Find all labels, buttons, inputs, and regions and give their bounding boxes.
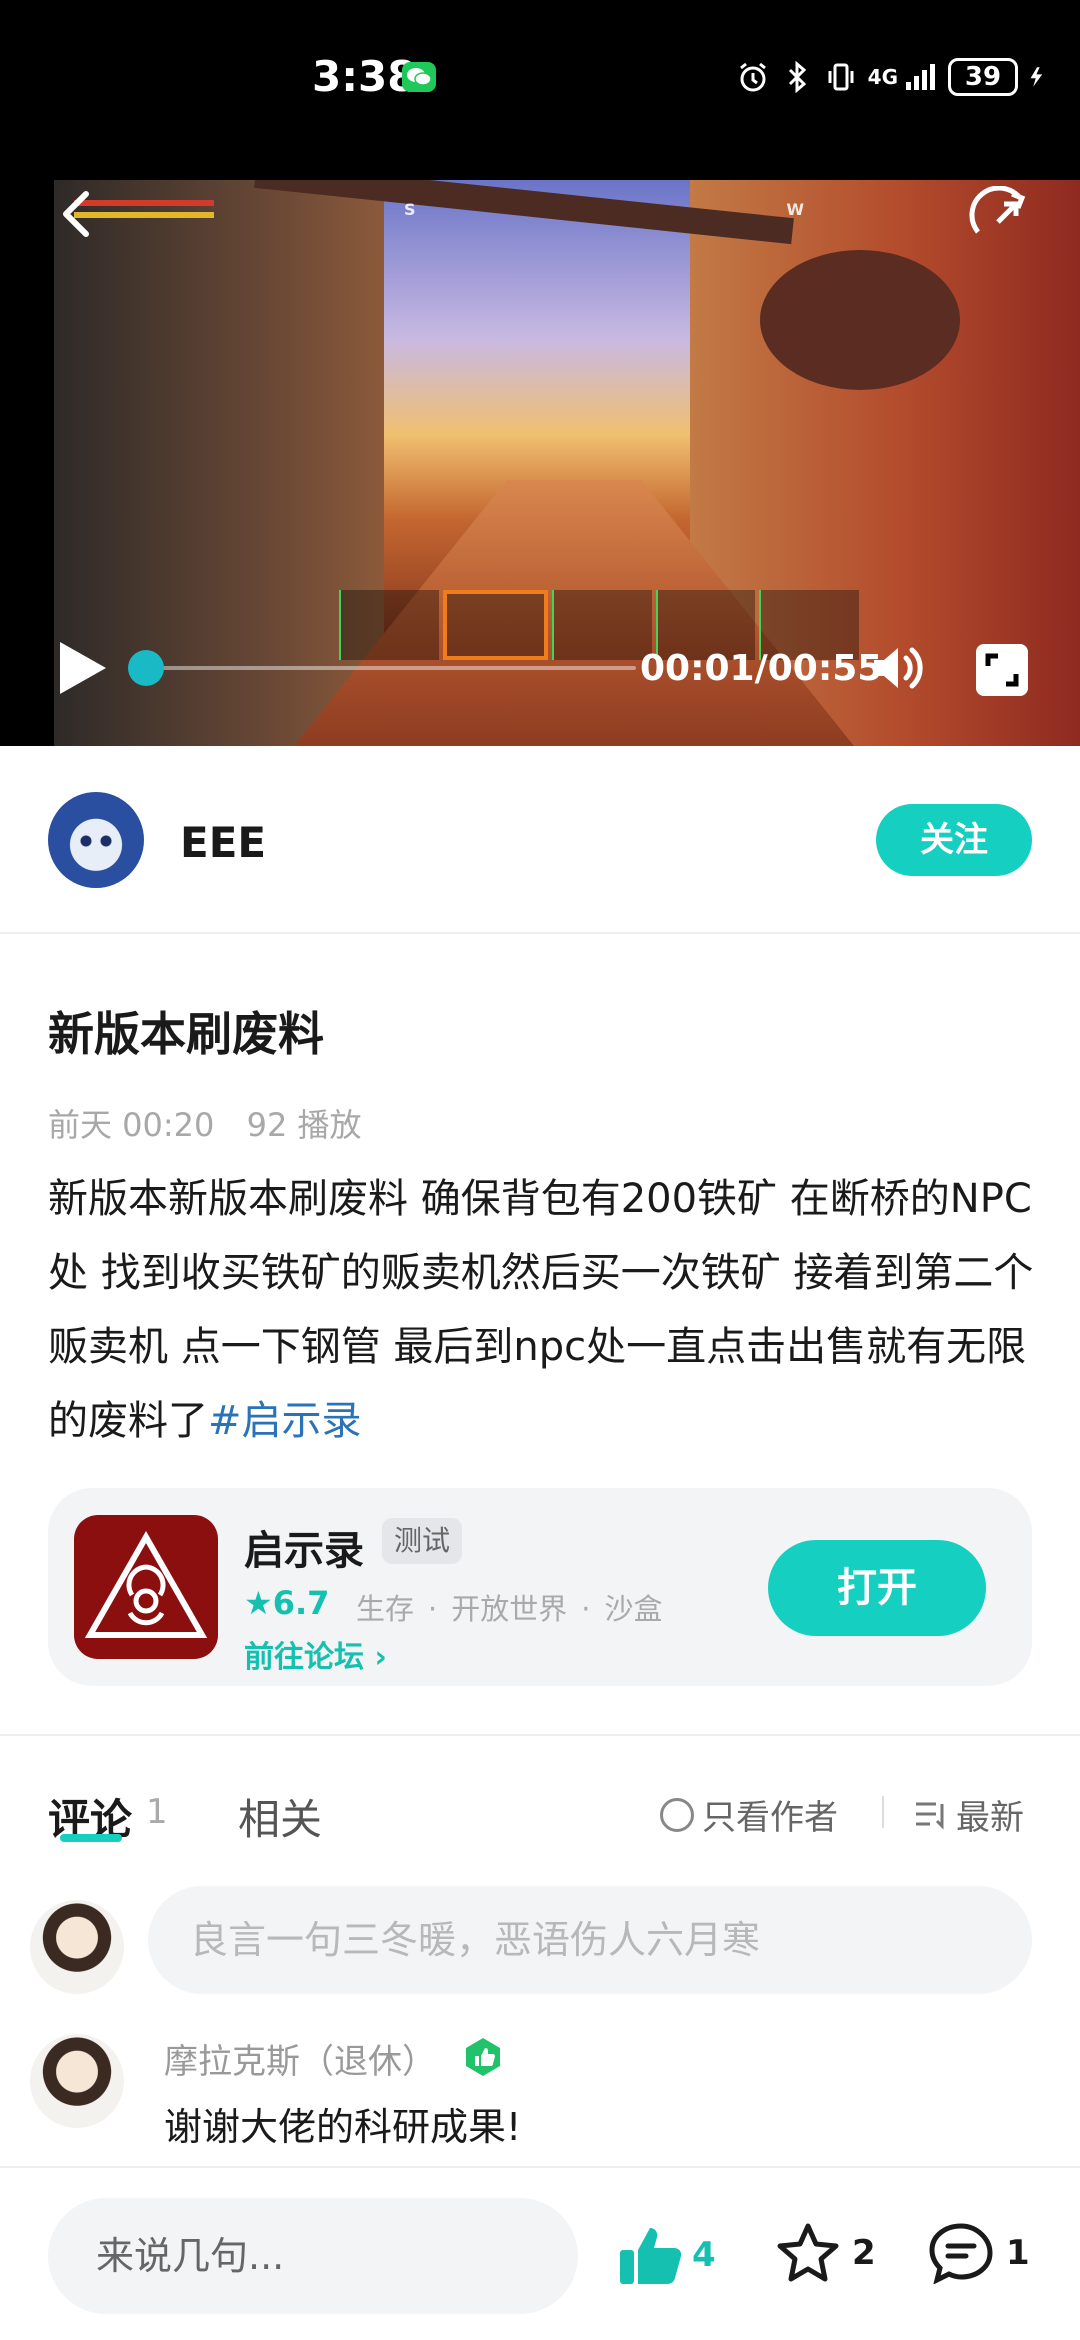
vibrate-icon <box>828 63 854 91</box>
video-progress-knob[interactable] <box>128 650 164 686</box>
thumbs-up-icon <box>620 2228 682 2284</box>
follow-button[interactable]: 关注 <box>876 804 1032 876</box>
video-progress-track[interactable] <box>146 666 636 670</box>
wechat-icon <box>402 62 436 92</box>
post-body: 新版本新版本刷废料 确保背包有200铁矿 在断桥的NPC处 找到收买铁矿的贩卖机… <box>48 1162 1038 1458</box>
biohazard-icon <box>74 1515 218 1659</box>
sort-newest[interactable]: 最新 <box>914 1790 1024 1839</box>
volume-icon[interactable] <box>870 640 928 696</box>
sort-label: 最新 <box>956 1798 1024 1838</box>
signal-icon <box>906 64 935 90</box>
tab-active-indicator <box>60 1834 122 1842</box>
charging-icon <box>1030 67 1043 87</box>
commenter-avatar[interactable] <box>30 2034 124 2128</box>
radio-icon[interactable] <box>660 1797 694 1832</box>
alarm-icon <box>739 62 766 92</box>
favorite-count: 2 <box>852 2233 876 2273</box>
game-card[interactable]: 启示录 测试 ★6.7 生存开放世界沙盒 前往论坛 › 打开 <box>48 1488 1032 1686</box>
author-row: EEE 关注 <box>0 746 1080 934</box>
bottom-bar: 来说几句... 4 2 1 <box>0 2166 1080 2340</box>
game-name: 启示录 <box>244 1528 364 1574</box>
game-tag: 生存 <box>356 1592 415 1626</box>
bluetooth-icon <box>788 60 806 94</box>
post-meta: 前天 00:20 92 播放 <box>48 1100 361 1146</box>
play-icon[interactable] <box>54 638 110 698</box>
status-bar: 3:38 4G 39 <box>0 0 1080 180</box>
game-rating: ★6.7 <box>244 1584 330 1622</box>
filter-author-only[interactable]: 只看作者 <box>660 1790 838 1839</box>
avatar[interactable] <box>48 792 144 888</box>
thumbs-up-badge-icon <box>466 2038 500 2076</box>
game-tag: 沙盒 <box>567 1592 662 1626</box>
comment-count-bottom: 1 <box>1006 2233 1030 2273</box>
comment-button[interactable]: 1 <box>928 2222 1030 2284</box>
video-time: 00:01/00:55 <box>640 648 883 689</box>
game-tags: 生存开放世界沙盒 <box>356 1586 662 1628</box>
comment-count: 1 <box>146 1792 168 1832</box>
like-count: 4 <box>692 2235 716 2275</box>
commenter-name[interactable]: 摩拉克斯（退休） <box>164 2034 436 2083</box>
comment-input[interactable] <box>148 1886 1032 1994</box>
comment-text: 谢谢大佬的科研成果! <box>164 2105 522 2149</box>
network-type: 4G <box>867 65 898 89</box>
game-badge: 测试 <box>382 1518 463 1564</box>
fullscreen-icon[interactable] <box>974 642 1030 698</box>
filter-divider <box>882 1796 884 1828</box>
battery-icon: 39 <box>948 58 1018 96</box>
post-date: 前天 00:20 <box>48 1106 215 1144</box>
status-time: 3:38 <box>312 52 417 101</box>
hashtag-link[interactable]: #启示录 <box>208 1398 362 1444</box>
comment-bubble-icon <box>929 2223 993 2284</box>
post-body-text: 新版本新版本刷废料 确保背包有200铁矿 在断桥的NPC处 找到收买铁矿的贩卖机… <box>48 1176 1034 1444</box>
rotate-screen-icon[interactable] <box>968 186 1038 246</box>
post-plays: 92 播放 <box>246 1106 362 1144</box>
post-title: 新版本刷废料 <box>48 1007 324 1061</box>
forum-link[interactable]: 前往论坛 › <box>244 1632 387 1676</box>
back-icon[interactable] <box>56 188 100 240</box>
filter-author-label: 只看作者 <box>702 1798 838 1838</box>
avatar <box>30 1900 124 1994</box>
star-icon <box>777 2223 839 2282</box>
game-tag: 开放世界 <box>414 1592 567 1626</box>
sort-icon <box>916 1802 944 1830</box>
section-divider <box>0 1734 1080 1736</box>
favorite-button[interactable]: 2 <box>776 2222 876 2284</box>
bottom-comment-input[interactable]: 来说几句... <box>48 2198 578 2314</box>
tab-related[interactable]: 相关 <box>238 1786 322 1847</box>
open-button[interactable]: 打开 <box>768 1540 986 1636</box>
author-name[interactable]: EEE <box>180 818 266 867</box>
like-button[interactable]: 4 <box>618 2224 716 2286</box>
status-icons: 4G 39 <box>736 58 1050 96</box>
